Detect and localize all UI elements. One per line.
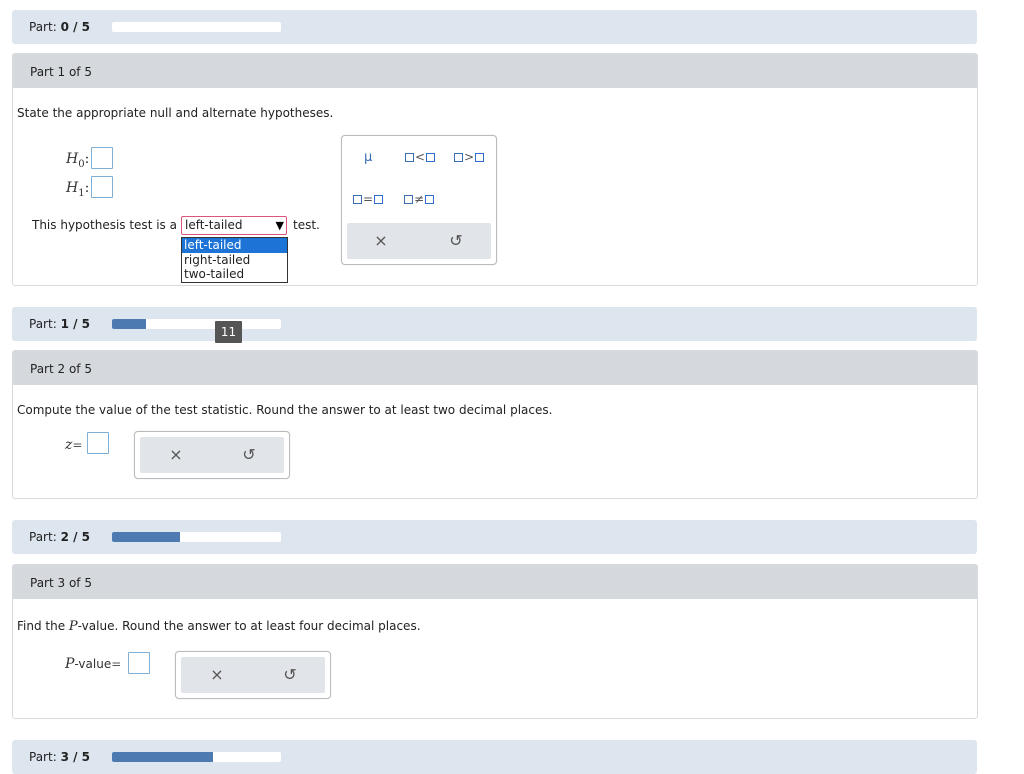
p-suffix: -value <box>74 657 112 671</box>
progress-label: Part: 0 / 5 <box>29 20 90 34</box>
gt-symbol: > <box>464 150 475 164</box>
palette-action-bar: × ↺ <box>181 657 325 693</box>
progress-label: Part: 2 / 5 <box>29 530 90 544</box>
progress-track <box>112 532 281 542</box>
h0-label: H0: <box>66 151 90 170</box>
z-equals: = <box>72 438 83 452</box>
part-3-prompt-post: -value. Round the answer to at least fou… <box>77 619 421 633</box>
h0-answer-box[interactable] <box>91 147 113 169</box>
p-letter: P <box>65 656 75 672</box>
progress-fill <box>112 752 214 762</box>
progress-value: 1 / 5 <box>60 317 90 331</box>
undo-icon[interactable]: ↺ <box>234 445 264 464</box>
h1-answer-box[interactable] <box>91 176 113 198</box>
h1-label: H1: <box>66 180 90 199</box>
placeholder-square-icon <box>454 153 463 162</box>
undo-icon[interactable]: ↺ <box>275 665 305 684</box>
progress-label: Part: 1 / 5 <box>29 317 90 331</box>
progress-label: Part: 3 / 5 <box>29 750 90 764</box>
placeholder-square-icon <box>475 153 485 162</box>
placeholder-square-icon <box>374 195 384 204</box>
test-type-prefix: This hypothesis test is a <box>32 218 177 232</box>
part-3-prompt-pre: Find the <box>17 619 69 633</box>
progress-prefix: Part: <box>29 750 57 764</box>
part-2-palette: × ↺ <box>134 431 290 479</box>
progress-fill <box>112 532 180 542</box>
option-left-tailed[interactable]: left-tailed <box>182 238 287 253</box>
eq-symbol: = <box>363 192 374 206</box>
progress-bar-2: Part: 2 / 5 <box>12 520 977 554</box>
part-2-prompt: Compute the value of the test statistic.… <box>17 403 553 417</box>
part-1-header: Part 1 of 5 <box>13 54 977 88</box>
placeholder-square-icon <box>426 153 436 162</box>
progress-track <box>112 22 281 32</box>
part-3-prompt: Find the P-value. Round the answer to at… <box>17 619 421 634</box>
test-type-selected-value: left-tailed <box>185 218 243 232</box>
greater-than-button[interactable]: > <box>453 150 485 164</box>
z-answer-box[interactable] <box>87 432 109 454</box>
p-value-label: P-value= <box>65 656 121 672</box>
less-than-button[interactable]: < <box>404 150 436 164</box>
progress-value: 0 / 5 <box>60 20 90 34</box>
part-2-header: Part 2 of 5 <box>13 351 977 385</box>
progress-prefix: Part: <box>29 20 57 34</box>
test-type-select[interactable]: left-tailed ▼ <box>181 216 287 235</box>
mu-button[interactable]: μ <box>364 150 372 165</box>
h1-letter: H <box>66 180 79 196</box>
palette-action-bar: × ↺ <box>347 223 491 259</box>
option-two-tailed[interactable]: two-tailed <box>182 267 287 282</box>
progress-prefix: Part: <box>29 530 57 544</box>
undo-icon[interactable]: ↺ <box>441 231 471 250</box>
progress-track <box>112 319 281 329</box>
ne-symbol: ≠ <box>414 192 425 206</box>
placeholder-square-icon <box>405 153 414 162</box>
placeholder-square-icon <box>404 195 413 204</box>
placeholder-square-icon <box>353 195 362 204</box>
part-1-prompt: State the appropriate null and alternate… <box>17 106 334 120</box>
part-3-header: Part 3 of 5 <box>13 565 977 599</box>
progress-bar-0: Part: 0 / 5 <box>12 10 977 44</box>
clear-icon[interactable]: × <box>202 665 232 684</box>
progress-bar-1: Part: 1 / 5 <box>12 307 977 341</box>
h0-letter: H <box>66 151 79 167</box>
progress-bar-3: Part: 3 / 5 <box>12 740 977 774</box>
part-1-symbol-palette: μ < > = ≠ × ↺ <box>341 135 497 265</box>
clear-icon[interactable]: × <box>366 231 396 250</box>
p-equals: = <box>111 657 122 671</box>
palette-action-bar: × ↺ <box>140 437 284 473</box>
part-3-prompt-var: P <box>68 619 78 634</box>
clear-icon[interactable]: × <box>161 445 191 464</box>
placeholder-square-icon <box>425 195 435 204</box>
lt-symbol: < <box>415 150 426 164</box>
test-type-options: left-tailed right-tailed two-tailed <box>181 237 288 283</box>
progress-track <box>112 752 281 762</box>
progress-value: 2 / 5 <box>60 530 90 544</box>
equals-button[interactable]: = <box>352 192 384 206</box>
progress-fill <box>112 319 146 329</box>
tooltip: 11 <box>215 321 242 343</box>
progress-value: 3 / 5 <box>60 750 90 764</box>
z-label: z= <box>65 437 82 453</box>
part-3-card: Part 3 of 5 <box>12 564 978 719</box>
progress-prefix: Part: <box>29 317 57 331</box>
part-3-palette: × ↺ <box>175 651 331 699</box>
not-equal-button[interactable]: ≠ <box>403 192 435 206</box>
option-right-tailed[interactable]: right-tailed <box>182 253 287 268</box>
test-type-suffix: test. <box>293 218 320 232</box>
p-value-answer-box[interactable] <box>128 652 150 674</box>
dropdown-arrow-icon: ▼ <box>275 219 284 232</box>
